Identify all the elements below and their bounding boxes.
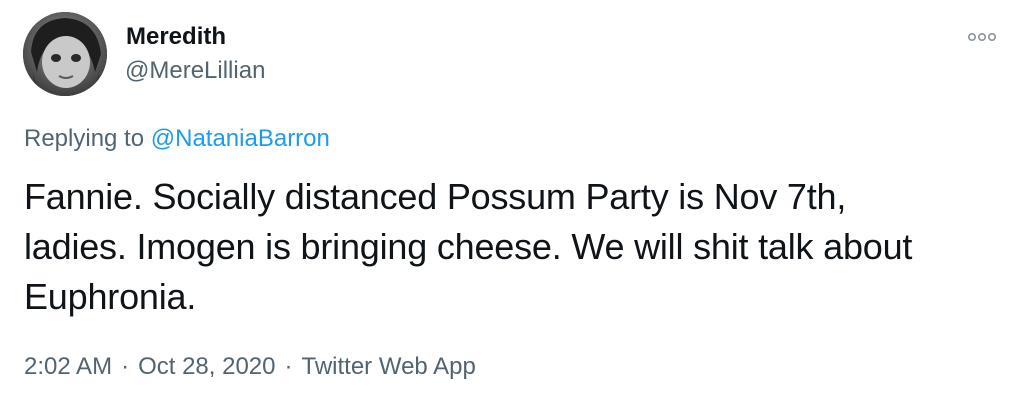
tweet-card: Meredith @MereLillian Replying to @Natan… <box>0 0 1024 407</box>
author-display-name[interactable]: Meredith <box>126 22 226 52</box>
tweet-time[interactable]: 2:02 AM <box>24 353 112 380</box>
replying-to-line: Replying to @NataniaBarron <box>24 124 330 154</box>
avatar-image <box>23 12 107 96</box>
meta-separator: · <box>121 353 130 380</box>
tweet-text-line: ladies. Imogen is bringing cheese. We wi… <box>24 226 913 267</box>
tweet-text-line: Euphronia. <box>24 276 197 317</box>
tweet-source[interactable]: Twitter Web App <box>302 353 476 380</box>
reply-mention-link[interactable]: @NataniaBarron <box>151 125 330 152</box>
tweet-text-line: Fannie. Socially distanced Possum Party … <box>24 176 847 217</box>
tweet-date[interactable]: Oct 28, 2020 <box>138 353 275 380</box>
avatar[interactable] <box>23 12 107 96</box>
tweet-text: Fannie. Socially distanced Possum Party … <box>24 172 1004 322</box>
tweet-metadata: 2:02 AM · Oct 28, 2020 · Twitter Web App <box>24 352 476 382</box>
meta-separator: · <box>284 353 293 380</box>
author-handle[interactable]: @MereLillian <box>125 56 265 86</box>
more-options-button[interactable] <box>962 22 1002 52</box>
replying-to-label: Replying to <box>24 125 145 152</box>
more-horizontal-icon <box>968 33 996 42</box>
